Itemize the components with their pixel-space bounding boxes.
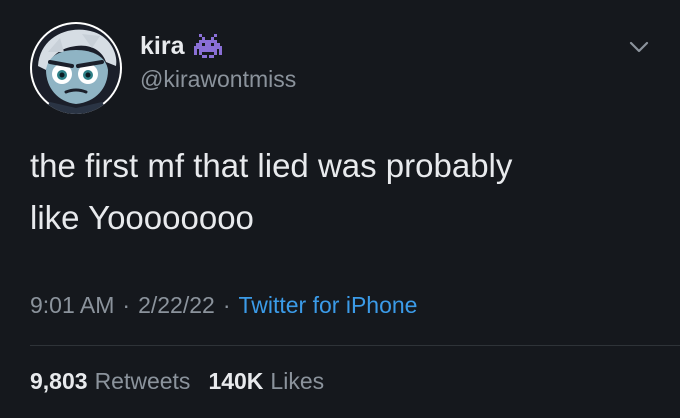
likes-label: Likes [270,368,325,394]
tweet-meta: 9:01 AM · 2/22/22 · Twitter for iPhone [30,292,417,319]
meta-separator: · [122,292,131,318]
tweet-date[interactable]: 2/22/22 [138,292,215,319]
avatar[interactable] [30,22,122,114]
avatar-image [30,22,122,114]
tweet-stats: 9,803 Retweets 140K Likes [30,368,342,395]
user-handle[interactable]: @kirawontmiss [140,66,296,93]
tweet-text: the first mf that lied was probably like… [30,147,513,236]
tweet-time[interactable]: 9:01 AM [30,292,114,319]
tweet-card: kira @kirawontmiss the first mf that lie… [0,0,680,418]
chevron-down-icon[interactable] [626,34,652,60]
retweets-count: 9,803 [30,368,88,394]
meta-separator: · [222,292,231,318]
tweet-source-link[interactable]: Twitter for iPhone [238,292,417,319]
retweets-stat[interactable]: 9,803 Retweets [30,368,190,395]
author-name-row: kira [140,30,223,62]
alien-monster-icon [194,34,223,58]
divider [30,345,680,346]
display-name[interactable]: kira [140,32,184,61]
likes-count: 140K [208,368,264,394]
retweets-label: Retweets [94,368,191,394]
likes-stat[interactable]: 140K Likes [208,368,324,395]
